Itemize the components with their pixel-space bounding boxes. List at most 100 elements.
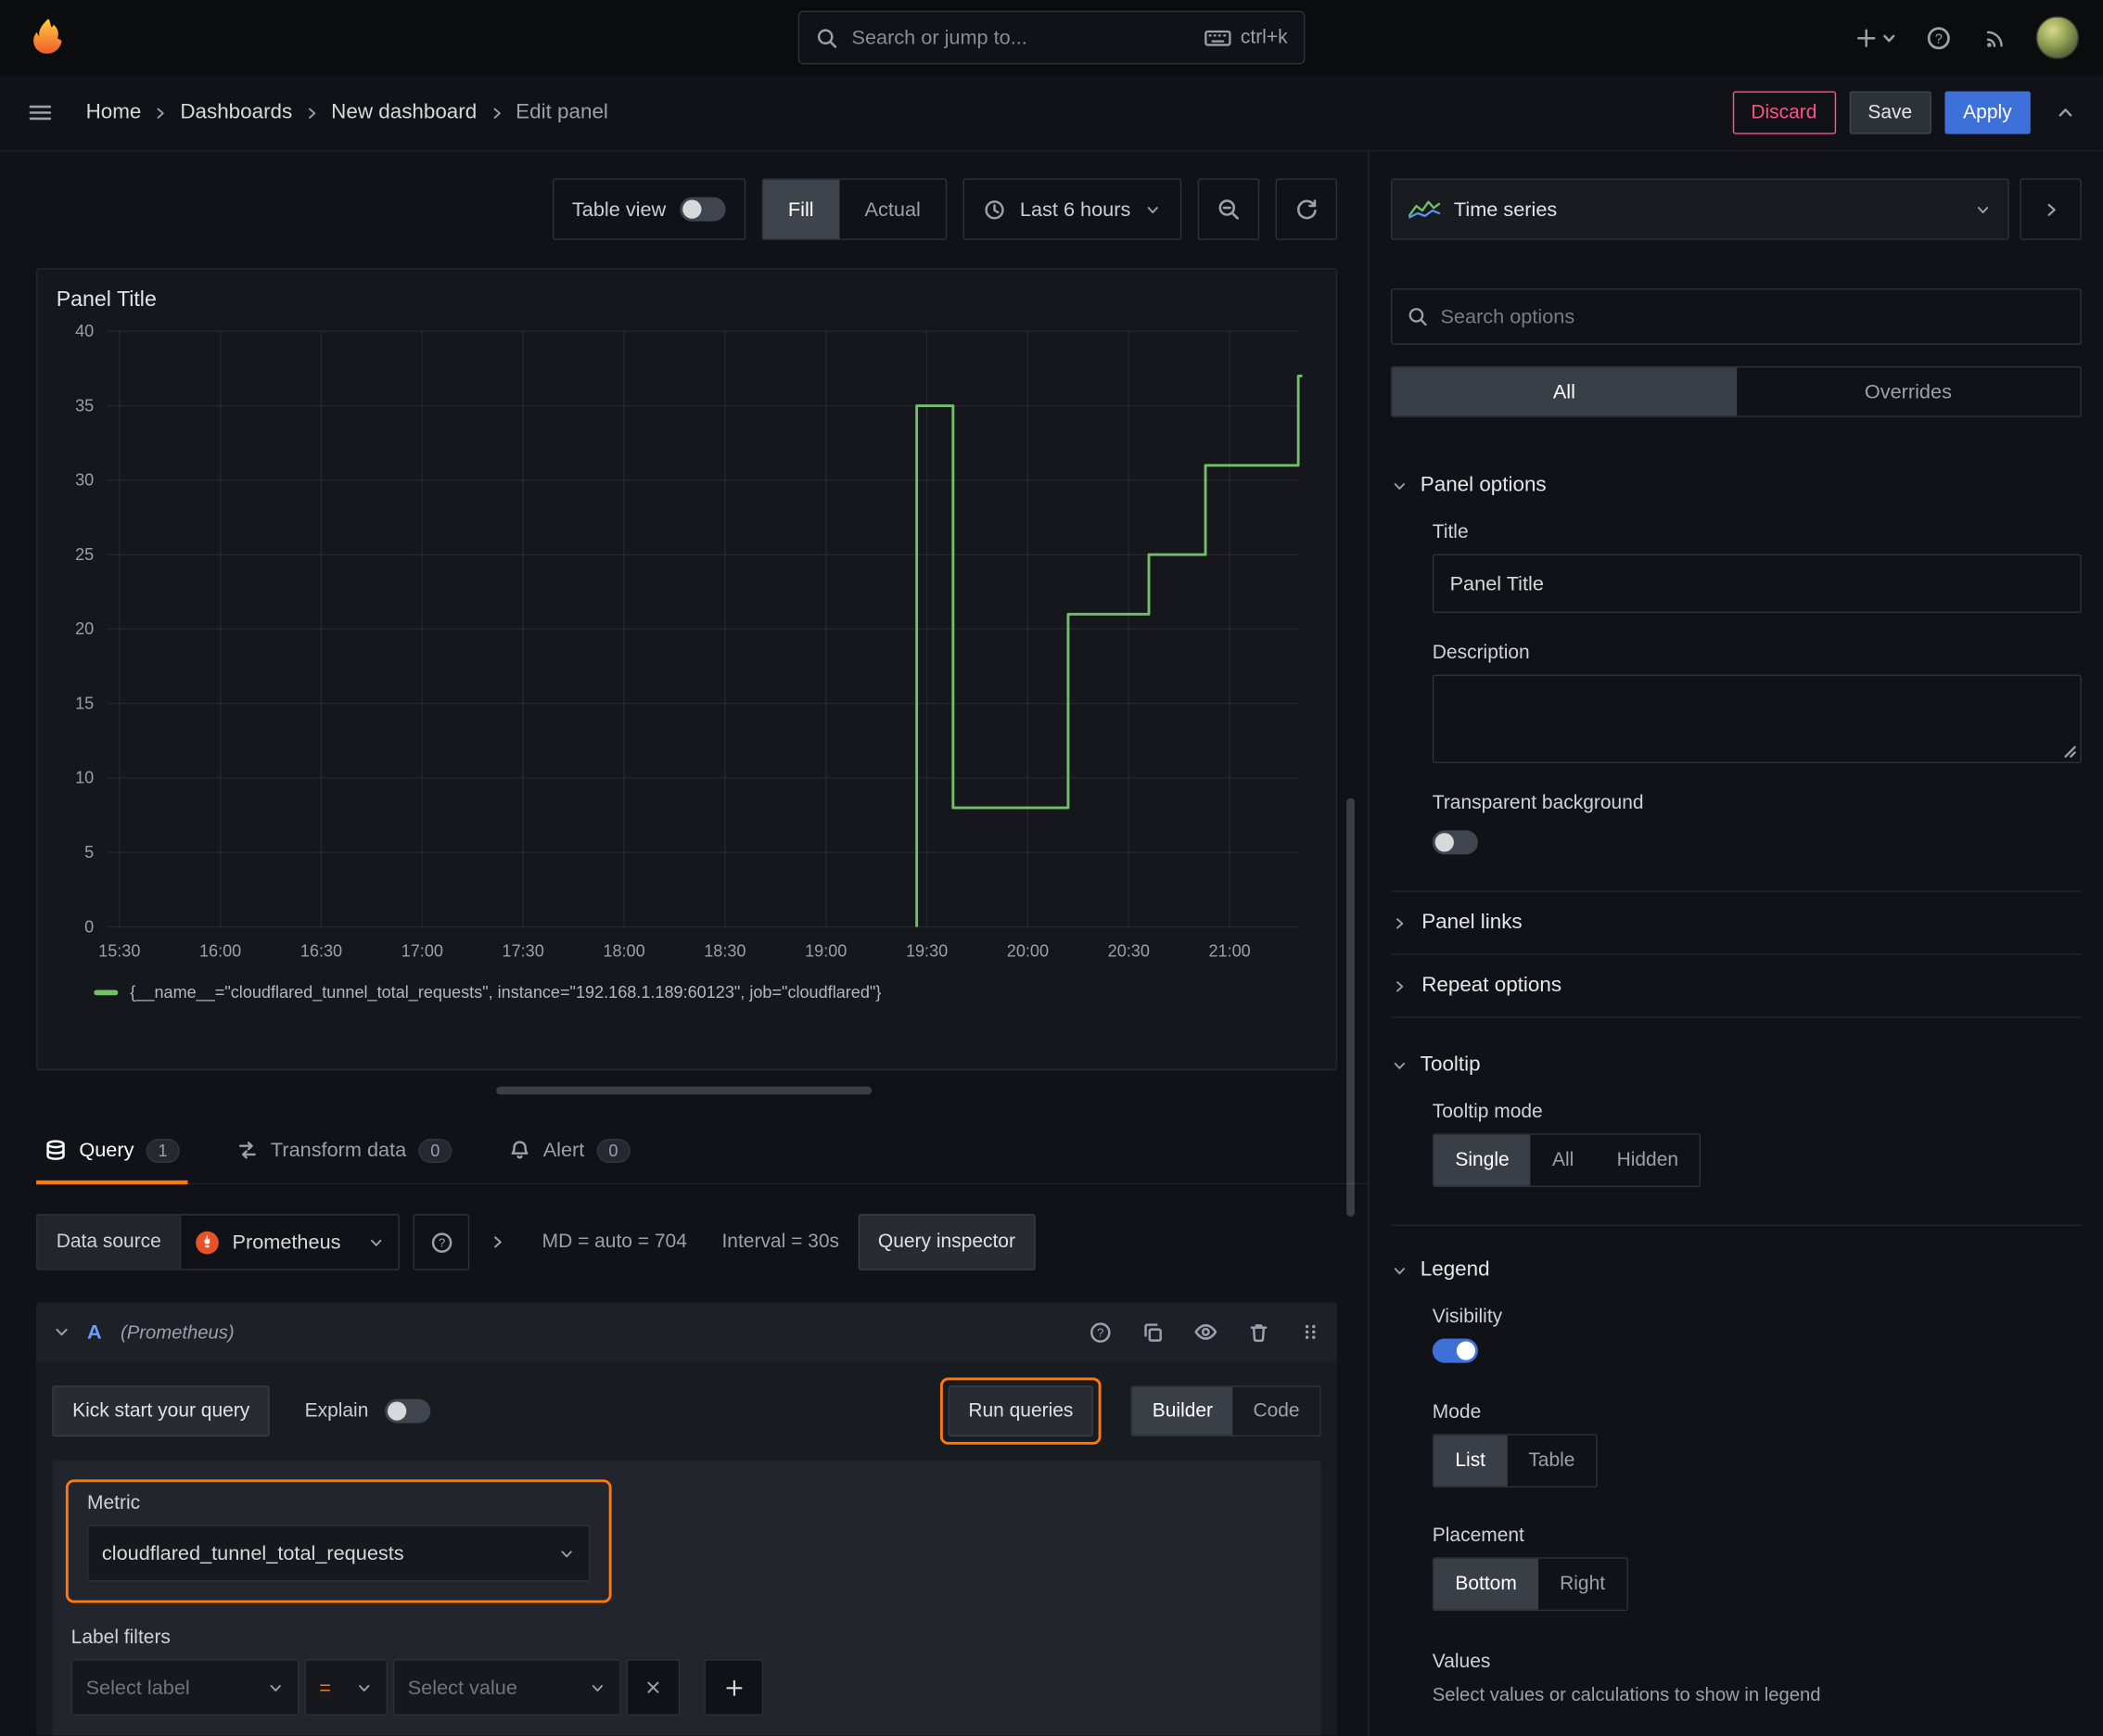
visualization-picker[interactable]: Time series (1390, 178, 2009, 240)
legend-visibility-toggle[interactable] (1432, 1338, 1478, 1363)
legend-values-label: Values (1432, 1651, 1491, 1673)
time-series-chart[interactable]: 0 5 10 15 20 25 30 35 40 15:30 16:00 16:30 17:00 17:3… (45, 318, 1317, 978)
run-queries-button[interactable]: Run queries (948, 1385, 1094, 1437)
table-view-toggle[interactable] (679, 197, 725, 222)
time-range-picker[interactable]: Last 6 hours (963, 178, 1182, 240)
tab-alert[interactable]: Alert 0 (500, 1117, 638, 1183)
legend-section-label: Legend (1420, 1257, 1490, 1282)
select-label-dropdown[interactable]: Select label (70, 1659, 300, 1716)
chevron-right-icon (303, 104, 321, 121)
tab-alert-label: Alert (542, 1139, 585, 1162)
duplicate-icon[interactable] (1141, 1321, 1165, 1344)
query-toolbar-row: Kick start your query Explain Run querie… (52, 1377, 1321, 1445)
help-icon[interactable]: ? (1926, 25, 1951, 50)
panel-options-body: Title Description Transparent background (1391, 522, 2082, 859)
zoom-out-button[interactable] (1197, 178, 1260, 240)
hide-response-eye-icon[interactable] (1193, 1320, 1217, 1344)
resize-grip-icon[interactable] (2063, 745, 2076, 758)
scale-wrapper: ctrl+k ? Home Dashboards New (0, 0, 2103, 1736)
svg-text:40: 40 (75, 322, 94, 340)
query-ref-id: A (87, 1321, 102, 1344)
chevron-down-icon (267, 1679, 285, 1696)
query-inspector-button[interactable]: Query inspector (858, 1214, 1036, 1270)
select-value-placeholder: Select value (407, 1676, 517, 1699)
actual-option[interactable]: Actual (839, 180, 946, 239)
select-label-placeholder: Select label (85, 1676, 190, 1699)
user-avatar[interactable] (2035, 16, 2079, 59)
drag-handle-icon[interactable] (1300, 1321, 1321, 1343)
svg-text:17:00: 17:00 (401, 941, 443, 960)
section-panel-options[interactable]: Panel options (1391, 474, 2082, 498)
breadcrumb-home[interactable]: Home (86, 100, 142, 124)
tooltip-mode-all[interactable]: All (1531, 1135, 1596, 1186)
remove-filter-button[interactable] (626, 1659, 681, 1716)
tab-query[interactable]: Query 1 (36, 1117, 187, 1185)
section-tooltip[interactable]: Tooltip (1391, 1053, 2082, 1077)
horizontal-scrollbar[interactable] (496, 1086, 873, 1095)
breadcrumb-dashboards[interactable]: Dashboards (180, 100, 292, 124)
options-search-input[interactable] (1440, 305, 2066, 328)
builder-option[interactable]: Builder (1132, 1386, 1233, 1436)
discard-button[interactable]: Discard (1732, 91, 1836, 134)
fill-option[interactable]: Fill (762, 179, 840, 239)
legend-mode-table[interactable]: Table (1507, 1436, 1596, 1487)
grafana-logo-icon[interactable] (24, 13, 72, 61)
tooltip-mode-single[interactable]: Single (1434, 1134, 1531, 1186)
tooltip-mode-hidden[interactable]: Hidden (1595, 1135, 1700, 1186)
collapse-sidebar-button[interactable] (2020, 178, 2082, 240)
legend-placement-right[interactable]: Right (1538, 1559, 1626, 1610)
description-textarea[interactable] (1432, 674, 2082, 764)
help-icon[interactable]: ? (1090, 1321, 1113, 1344)
query-row-header[interactable]: A (Prometheus) ? (36, 1302, 1338, 1362)
tab-all[interactable]: All (1392, 367, 1737, 416)
svg-text:0: 0 (84, 917, 94, 936)
add-filter-button[interactable] (704, 1659, 764, 1716)
top-nav: ctrl+k ? (0, 0, 2103, 75)
apply-button[interactable]: Apply (1944, 91, 2031, 134)
tab-overrides[interactable]: Overrides (1736, 367, 2080, 415)
legend-mode-list[interactable]: List (1434, 1435, 1508, 1487)
chevron-down-icon (1391, 1261, 1408, 1279)
refresh-button[interactable] (1275, 178, 1338, 240)
svg-text:25: 25 (75, 545, 94, 564)
legend-placement-label: Placement (1432, 1525, 1524, 1547)
menu-hamburger-icon[interactable] (27, 100, 54, 124)
data-source-picker[interactable]: Prometheus (180, 1214, 401, 1270)
tooltip-section-label: Tooltip (1420, 1053, 1481, 1077)
bell-icon (508, 1139, 531, 1162)
tab-transform-data[interactable]: Transform data 0 (228, 1117, 460, 1183)
query-help-button[interactable]: ? (413, 1214, 470, 1270)
operator-dropdown[interactable]: = (304, 1659, 389, 1716)
global-search-input[interactable] (851, 26, 1192, 49)
label-filters-row: Select label = Select value (70, 1659, 1303, 1716)
legend-placement-bottom[interactable]: Bottom (1434, 1558, 1538, 1610)
query-options-summary[interactable]: MD = auto = 704 (542, 1232, 687, 1253)
select-value-dropdown[interactable]: Select value (392, 1659, 621, 1716)
add-button[interactable] (1854, 26, 1896, 49)
chevron-down-icon[interactable] (52, 1322, 70, 1341)
search-icon (1407, 306, 1428, 327)
kick-start-button[interactable]: Kick start your query (52, 1385, 270, 1437)
chevron-right-icon[interactable] (489, 1232, 507, 1251)
trash-icon[interactable] (1247, 1321, 1270, 1344)
news-rss-icon[interactable] (1981, 25, 2006, 50)
chart-panel: Panel Title 0 5 10 15 20 25 30 35 40 15:30 16:00 16… (36, 268, 1338, 1071)
section-panel-links[interactable]: Panel links (1391, 892, 2082, 954)
chevron-up-icon[interactable] (2055, 102, 2076, 123)
save-button[interactable]: Save (1849, 91, 1931, 134)
panel-title-input[interactable] (1432, 554, 2082, 614)
breadcrumb-new-dashboard[interactable]: New dashboard (331, 100, 477, 124)
metric-select[interactable]: cloudflared_tunnel_total_requests (87, 1525, 591, 1582)
transparent-background-toggle[interactable] (1432, 830, 1478, 855)
data-source-row: Data source Prometheus ? MD = auto = 704… (36, 1214, 1337, 1270)
chart-legend[interactable]: {__name__="cloudflared_tunnel_total_requ… (38, 977, 1336, 1002)
chevron-down-icon (1391, 477, 1408, 494)
top-nav-actions: ? (1854, 16, 2079, 59)
explain-toggle[interactable] (384, 1398, 430, 1423)
code-option[interactable]: Code (1233, 1387, 1320, 1436)
section-legend[interactable]: Legend (1391, 1258, 2082, 1283)
options-search[interactable] (1390, 287, 2082, 345)
query-ref-type: (Prometheus) (120, 1321, 235, 1343)
global-search[interactable]: ctrl+k (797, 10, 1306, 65)
section-repeat-options[interactable]: Repeat options (1391, 955, 2082, 1017)
